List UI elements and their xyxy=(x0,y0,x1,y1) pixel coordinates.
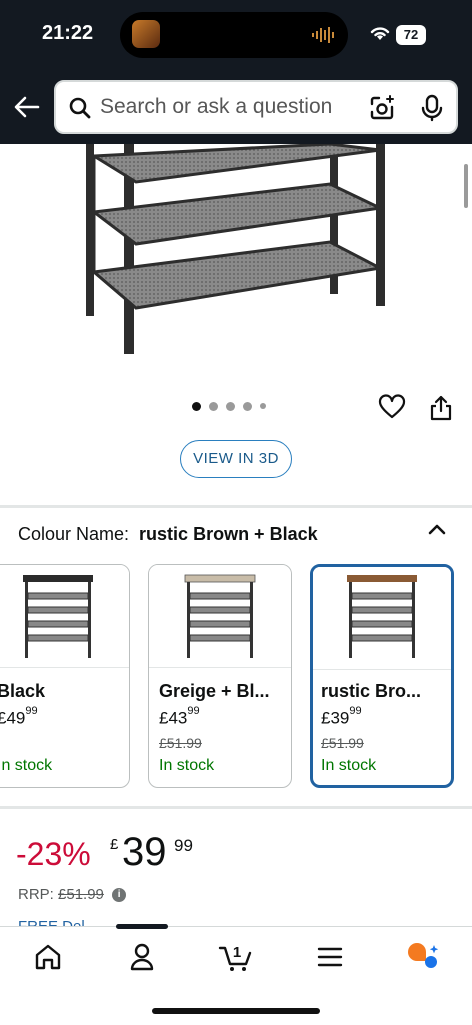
heart-icon[interactable] xyxy=(378,394,406,420)
rrp-label: RRP: xyxy=(18,886,54,903)
discount-percent: -23% xyxy=(16,836,91,872)
carousel-dot[interactable] xyxy=(209,401,218,411)
home-indicator xyxy=(152,1008,320,1014)
home-icon[interactable] xyxy=(28,940,68,974)
carousel-dot-active[interactable] xyxy=(192,401,201,411)
rufus-icon[interactable] xyxy=(404,940,444,974)
swatch-thumbnail xyxy=(149,565,291,668)
info-icon[interactable]: i xyxy=(112,888,127,903)
rrp-value: £51.99 xyxy=(58,886,104,903)
carousel-dot[interactable] xyxy=(243,401,252,411)
image-carousel-dots[interactable] xyxy=(192,400,266,412)
delivery-text-partial: FREE Del xyxy=(18,918,118,926)
status-time: 21:22 xyxy=(42,22,94,44)
swatch-was-price: £51.99 xyxy=(159,735,202,751)
battery-indicator: 72 xyxy=(396,25,426,45)
cart-icon[interactable]: 1 xyxy=(216,940,256,974)
swatch-name: rustic Bro... xyxy=(321,681,422,701)
carousel-dot[interactable] xyxy=(226,401,235,411)
product-image[interactable] xyxy=(80,144,392,356)
colour-value: rustic Brown + Black xyxy=(139,524,318,544)
colour-swatch-rustic-brown[interactable]: rustic Bro... £3999 £51.99 In stock xyxy=(310,564,454,788)
search-bar[interactable]: Search or ask a question xyxy=(54,80,458,134)
cart-count: 1 xyxy=(233,944,241,961)
swatch-name: Greige + Bl... xyxy=(159,681,270,701)
swatch-price: £3999 xyxy=(321,705,362,728)
back-arrow-icon[interactable] xyxy=(12,92,42,122)
colour-label: Colour Name: xyxy=(18,524,130,544)
swatch-stock: In stock xyxy=(159,757,215,774)
swatch-price: £4399 xyxy=(159,705,200,728)
rrp-line: RRP: £51.99 i xyxy=(18,886,127,903)
chevron-up-icon[interactable] xyxy=(426,520,448,538)
colour-swatch-black[interactable]: Black £4999 In stock xyxy=(0,564,130,788)
price-currency: £ xyxy=(110,836,119,853)
swatch-stock: In stock xyxy=(0,757,53,774)
colour-selector-header[interactable]: Colour Name: rustic Brown + Black xyxy=(18,524,318,545)
now-playing-app-icon xyxy=(132,20,160,48)
share-icon[interactable] xyxy=(428,394,454,422)
audio-wave-icon xyxy=(312,27,334,43)
search-icon xyxy=(69,97,91,119)
nav-active-indicator xyxy=(116,924,168,929)
swatch-stock: In stock xyxy=(321,757,377,774)
search-input[interactable]: Search or ask a question xyxy=(100,95,332,119)
swatch-thumbnail xyxy=(0,565,129,668)
swatch-thumbnail xyxy=(313,567,451,670)
price-fraction: 99 xyxy=(174,836,193,855)
user-icon[interactable] xyxy=(122,940,162,974)
camera-lens-icon[interactable] xyxy=(368,94,396,122)
carousel-dot[interactable] xyxy=(260,403,266,409)
menu-icon[interactable] xyxy=(310,940,350,974)
scroll-indicator xyxy=(464,164,468,208)
price-whole: 39 xyxy=(122,830,167,874)
swatch-was-price: £51.99 xyxy=(321,735,364,751)
wifi-icon xyxy=(370,27,390,40)
microphone-icon[interactable] xyxy=(420,94,444,122)
colour-swatch-greige[interactable]: Greige + Bl... £4399 £51.99 In stock xyxy=(148,564,292,788)
section-divider xyxy=(0,505,472,508)
section-divider xyxy=(0,806,472,809)
swatch-price: £4999 xyxy=(0,705,38,728)
view-in-3d-button[interactable]: VIEW IN 3D xyxy=(180,440,292,478)
swatch-name: Black xyxy=(0,681,46,701)
